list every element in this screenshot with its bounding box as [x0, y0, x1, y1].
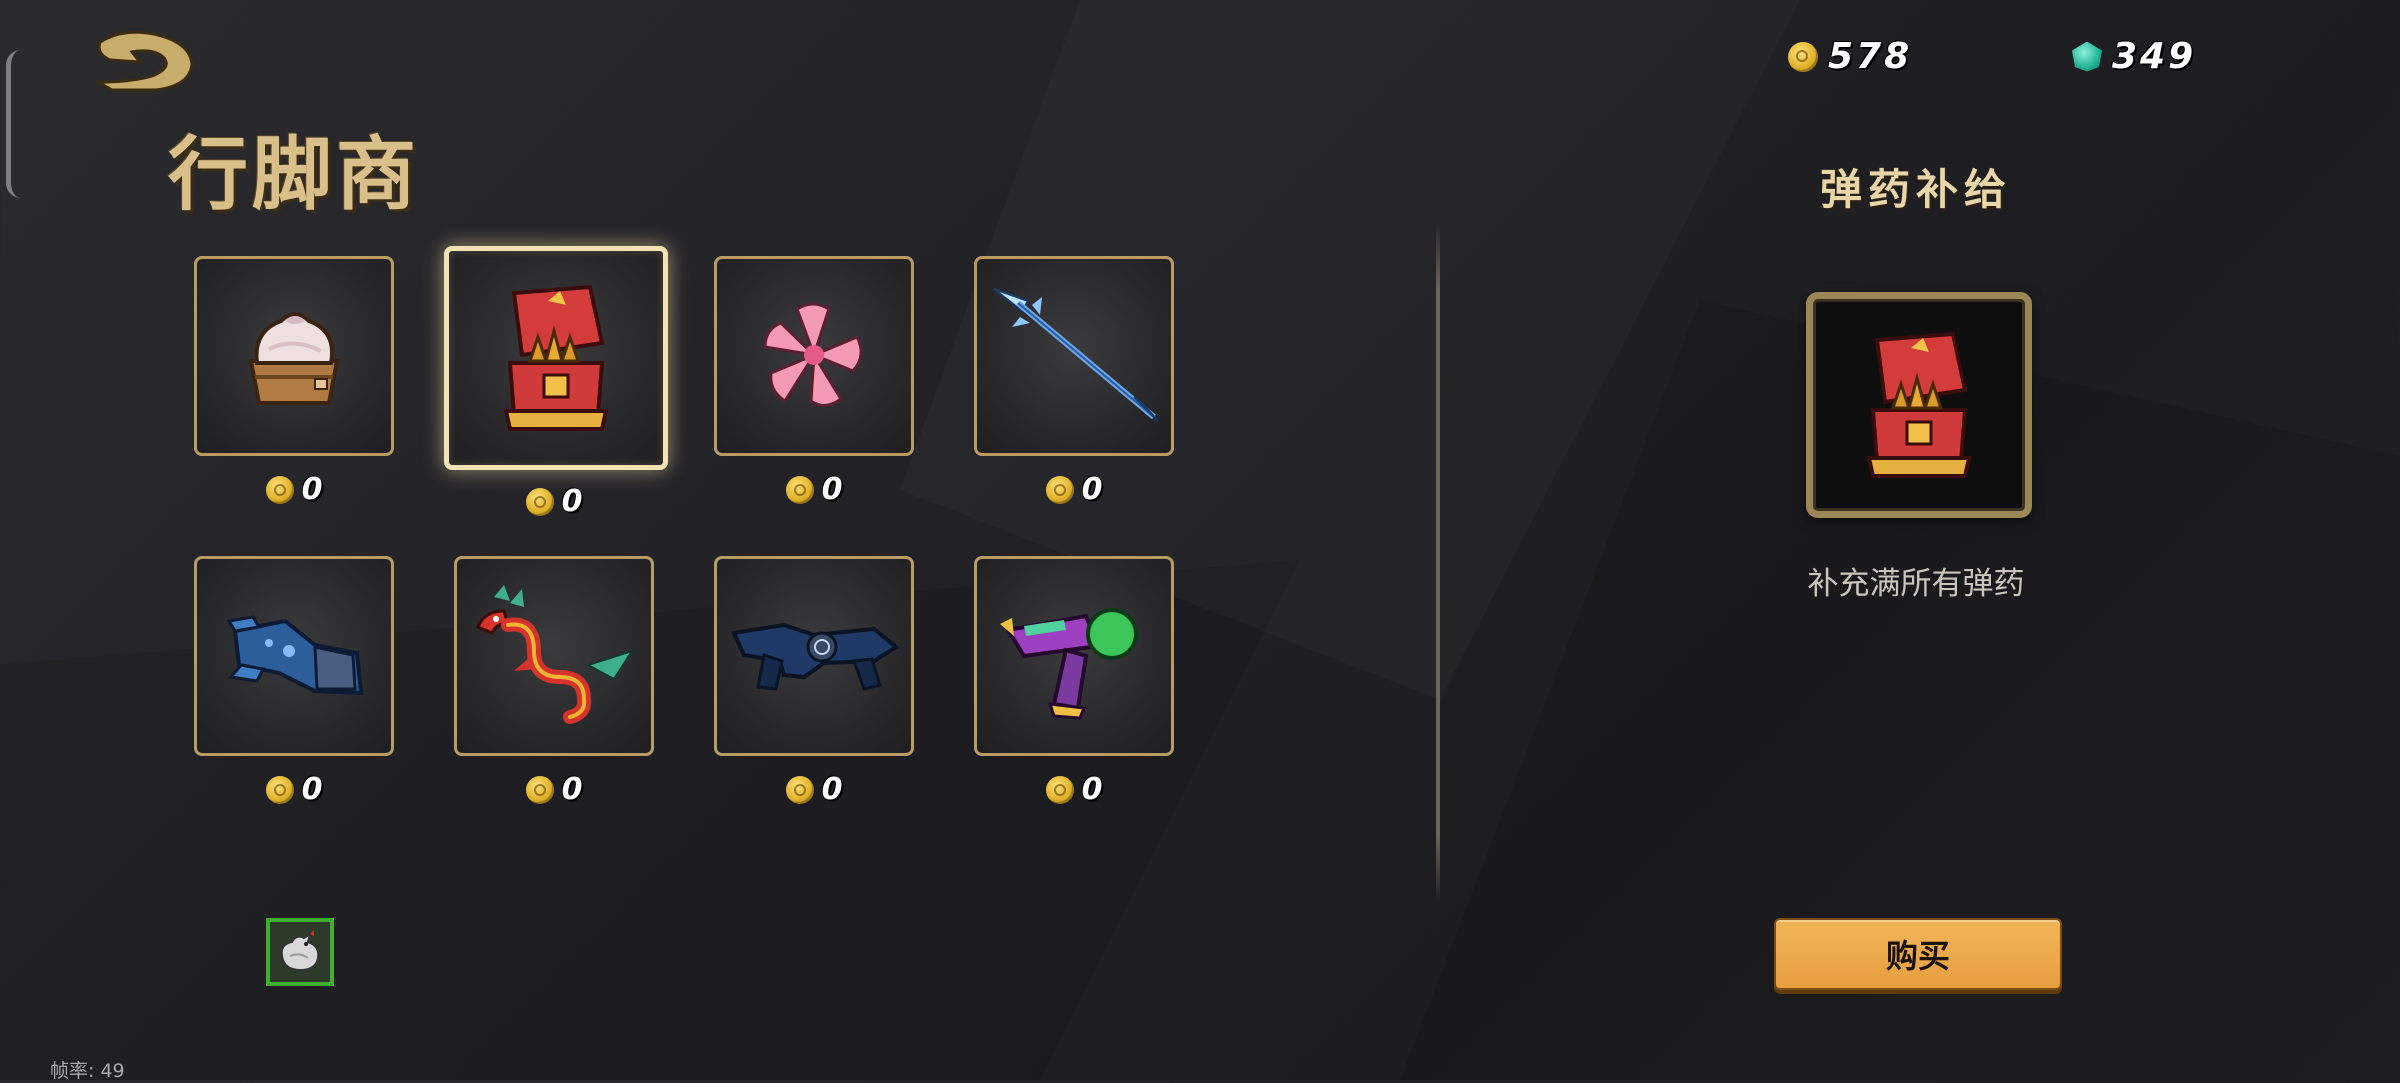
coin-icon — [1788, 41, 1818, 72]
item-frame — [444, 246, 668, 470]
price-value: 0 — [561, 772, 583, 807]
dragon-icon — [476, 585, 635, 724]
price-value: 0 — [301, 772, 323, 807]
gem-balance: 349 — [2072, 36, 2196, 77]
buy-button[interactable]: 购买 — [1774, 918, 2062, 990]
item-price: 0 — [194, 772, 394, 807]
item-price: 0 — [714, 772, 914, 807]
price-value: 0 — [821, 472, 843, 507]
coin-icon — [265, 775, 294, 804]
ammo-chest-icon — [503, 284, 609, 431]
price-value: 0 — [1081, 772, 1103, 807]
coin-icon — [1045, 475, 1074, 504]
ice-spear-icon — [993, 288, 1159, 422]
item-frame — [454, 556, 654, 756]
item-price: 0 — [194, 472, 394, 507]
cherry-blossom-icon — [763, 302, 863, 407]
back-button[interactable] — [92, 24, 202, 96]
ammo-chest-icon — [1866, 331, 1972, 478]
gem-balance-value: 349 — [2112, 36, 2197, 77]
item-frame — [974, 556, 1174, 756]
coin-icon — [525, 775, 554, 804]
back-arrow-icon — [92, 30, 194, 92]
item-frame — [714, 556, 914, 756]
gem-icon — [2072, 41, 2102, 72]
item-price: 0 — [454, 484, 654, 519]
coin-icon — [265, 475, 294, 504]
item-price: 0 — [974, 472, 1174, 507]
steamed-bun-icon — [248, 312, 340, 405]
price-value: 0 — [561, 484, 583, 519]
coin-balance-value: 578 — [1828, 36, 1913, 77]
detail-item-frame — [1806, 292, 2032, 518]
detail-description: 补充满所有弹药 — [1807, 566, 2025, 602]
item-frame — [974, 256, 1174, 456]
price-value: 0 — [1081, 472, 1103, 507]
shop-title: 行脚商 — [168, 127, 420, 221]
coin-icon — [525, 487, 554, 516]
chicken-icon — [280, 930, 320, 972]
purple-blaster-icon — [1000, 608, 1138, 720]
coin-icon — [785, 475, 814, 504]
item-price: 0 — [974, 772, 1174, 807]
fps-readout: 帧率: 49 — [50, 1060, 125, 1082]
item-price: 0 — [714, 472, 914, 507]
blue-rifle-icon — [731, 622, 900, 691]
gauntlet-icon — [226, 615, 364, 696]
item-frame — [714, 256, 914, 456]
coin-icon — [1045, 775, 1074, 804]
item-price: 0 — [454, 772, 654, 807]
pet-slot[interactable] — [266, 918, 334, 986]
coin-balance: 578 — [1788, 36, 1912, 77]
item-frame — [194, 556, 394, 756]
item-frame — [194, 256, 394, 456]
panel-divider — [1436, 222, 1440, 902]
side-drawer-handle[interactable] — [6, 50, 21, 198]
coin-icon — [785, 775, 814, 804]
price-value: 0 — [301, 472, 323, 507]
detail-title: 弹药补给 — [1819, 165, 2012, 214]
price-value: 0 — [821, 772, 843, 807]
